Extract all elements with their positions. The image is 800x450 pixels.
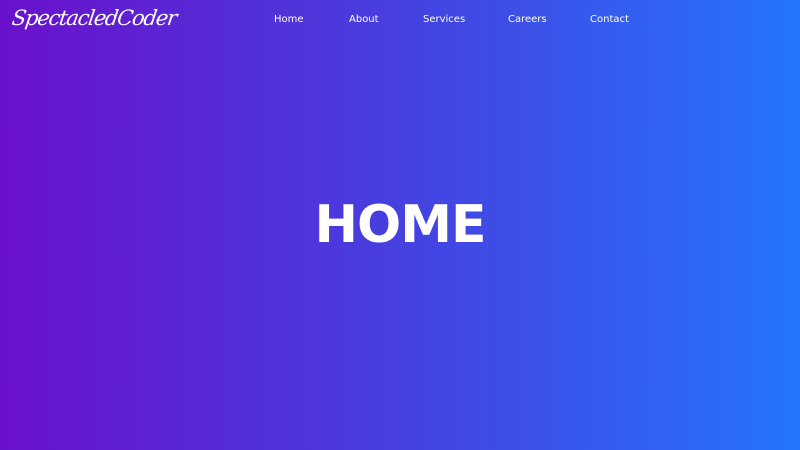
- nav-link-home[interactable]: Home: [274, 13, 304, 27]
- main-navigation: Home About Services Careers Contact: [0, 13, 800, 27]
- nav-link-services[interactable]: Services: [423, 13, 465, 27]
- nav-link-careers[interactable]: Careers: [508, 13, 547, 27]
- hero-title: HOME: [314, 195, 487, 255]
- nav-link-about[interactable]: About: [349, 13, 379, 27]
- nav-link-contact[interactable]: Contact: [590, 13, 629, 27]
